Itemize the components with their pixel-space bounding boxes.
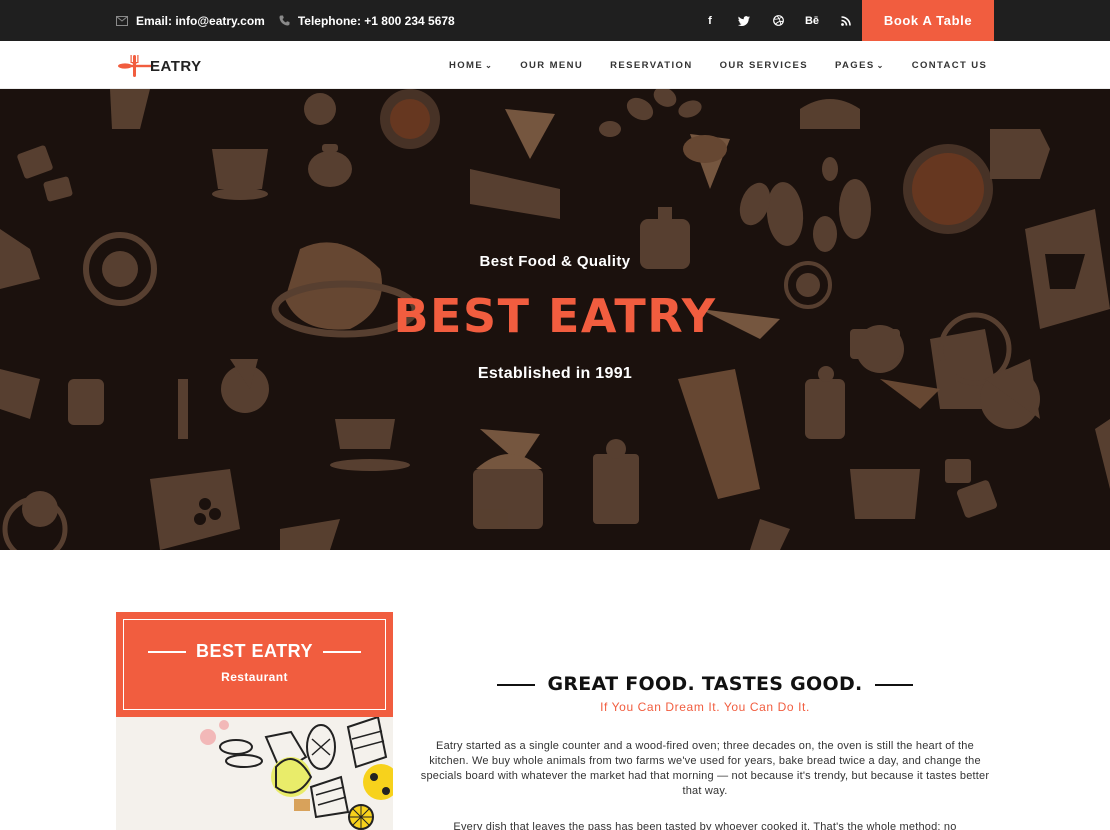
email-item[interactable]: Email: info@eatry.com [116,14,265,28]
nav-our-menu-label: OUR MENU [520,59,584,71]
phone-item[interactable]: Telephone: +1 800 234 5678 [279,14,455,28]
email-text: Email: info@eatry.com [136,13,265,28]
divider [147,651,186,654]
card-title: BEST EATRY [195,641,313,661]
card-title-row: BEST EATRY [116,641,393,662]
dribbble-icon[interactable] [768,15,788,26]
hero-title: BEST EATRY [393,289,717,343]
nav-pages[interactable]: PAGES ⌄ [835,60,885,71]
book-table-button[interactable]: Book A Table [862,0,994,41]
about-paragraph: Eatry started as a single counter and a … [420,740,990,797]
nav-pages-label: PAGES [835,59,875,71]
hero-subtitle: Best Food & Quality [479,253,631,270]
divider [323,651,361,654]
top-bar: Email: info@eatry.com Telephone: +1 800 … [0,0,1110,41]
contact-info: Email: info@eatry.com Telephone: +1 800 … [116,0,455,41]
facebook-icon[interactable]: f [700,15,720,27]
card-subtitle: Restaurant [221,670,288,684]
nav-home[interactable]: HOME ⌄ [449,60,493,71]
rss-icon[interactable] [836,15,856,26]
hero-established: Established in 1991 [477,365,633,382]
twitter-icon[interactable] [734,15,754,26]
about-tagline: If You Can Dream It. You Can Do It. [600,700,810,714]
fork-logo-icon [118,53,152,79]
chevron-down-icon: ⌄ [485,60,494,70]
nav-home-label: HOME [449,59,484,71]
restaurant-card: BEST EATRY Restaurant [116,612,393,830]
nav-our-menu[interactable]: OUR MENU [520,60,583,71]
hero-content: Best Food & Quality BEST EATRY Establish… [0,89,1110,550]
logo-wordmark: EATRY [150,57,202,75]
nav-menu: HOME ⌄ OUR MENU RESERVATION OUR SERVICES … [449,41,1014,89]
divider [874,683,913,686]
behance-icon[interactable]: Bē [802,15,822,27]
site-logo[interactable]: EATRY [118,52,202,80]
about-paragraph-2: Every dish that leaves the pass has been… [453,821,957,830]
nav-contact-us-label: CONTACT US [911,59,988,71]
nav-our-services-label: OUR SERVICES [719,59,809,71]
nav-reservation[interactable]: RESERVATION [610,60,692,71]
nav-our-services[interactable]: OUR SERVICES [720,60,808,71]
about-section: BEST EATRY Restaurant GREAT FOOD. TASTES… [0,550,1110,830]
nav-reservation-label: RESERVATION [610,59,693,71]
about-heading-row: GREAT FOOD. TASTES GOOD. [416,673,994,695]
about-heading: GREAT FOOD. TASTES GOOD. [547,673,863,695]
card-frame [123,619,386,710]
envelope-icon [116,15,128,26]
nav-contact-us[interactable]: CONTACT US [912,60,988,71]
food-illustration-image [116,715,393,830]
main-navbar: EATRY HOME ⌄ OUR MENU RESERVATION OUR SER… [0,41,1110,89]
divider [497,683,536,686]
hero-banner: Best Food & Quality BEST EATRY Establish… [0,89,1110,550]
chevron-down-icon: ⌄ [876,60,885,70]
social-links: f Bē [700,0,856,41]
phone-text: Telephone: +1 800 234 5678 [297,13,455,28]
phone-icon [279,15,290,26]
card-header: BEST EATRY Restaurant [116,612,393,717]
